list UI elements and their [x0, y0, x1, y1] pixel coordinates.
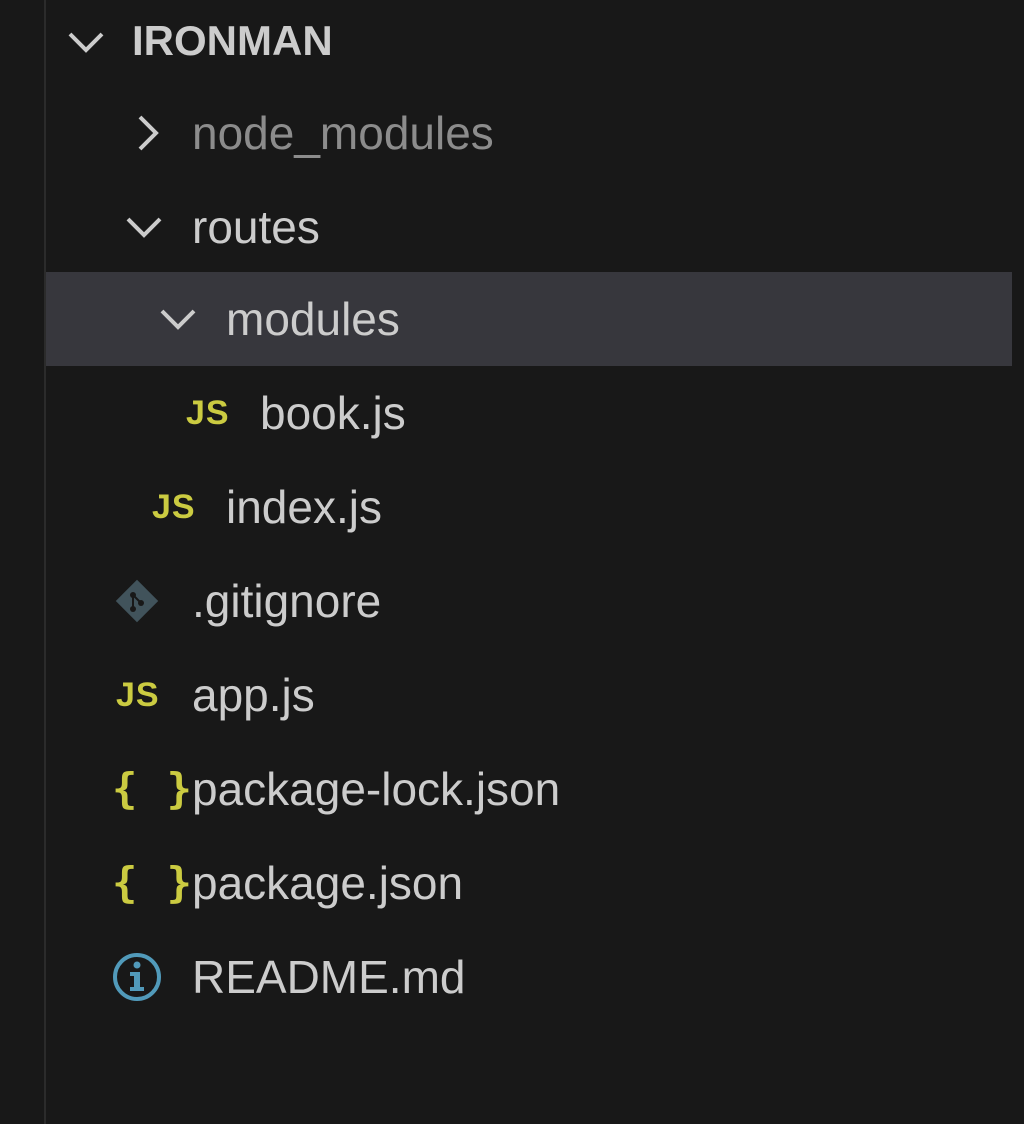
tree-item-readme-md[interactable]: README.md — [46, 930, 1012, 1024]
chevron-down-icon — [66, 22, 106, 62]
tree-item-label: .gitignore — [192, 575, 382, 627]
chevron-down-icon — [158, 299, 198, 339]
json-icon: { } — [112, 764, 194, 813]
tree-item-app-js[interactable]: JS app.js — [46, 648, 1012, 742]
chevron-down-icon — [124, 207, 164, 247]
tree-item-label: package-lock.json — [192, 763, 561, 815]
chevron-right-icon — [128, 113, 168, 153]
js-icon: JS — [116, 676, 160, 714]
tree-item-label: modules — [226, 293, 400, 345]
json-icon: { } — [112, 858, 194, 907]
explorer-root-label: IRONMAN — [132, 17, 333, 64]
explorer-root-ironman[interactable]: IRONMAN — [46, 0, 1012, 88]
tree-item-label: book.js — [260, 387, 406, 439]
tree-item-package-json[interactable]: { } package.json — [46, 836, 1012, 930]
tree-item-label: README.md — [192, 951, 466, 1003]
tree-item-label: app.js — [192, 669, 315, 721]
git-icon — [112, 554, 162, 648]
tree-item-label: routes — [192, 201, 320, 253]
file-explorer: IRONMAN node_modules routes modules JS b… — [0, 0, 1024, 1124]
tree-item-index-js[interactable]: JS index.js — [46, 460, 1012, 554]
tree-item-node-modules[interactable]: node_modules — [46, 86, 1012, 180]
js-icon: JS — [186, 394, 230, 432]
info-icon — [110, 930, 164, 1024]
tree-item-label: node_modules — [192, 107, 494, 159]
tree-item-modules[interactable]: modules — [46, 272, 1012, 366]
tree-item-package-lock-json[interactable]: { } package-lock.json — [46, 742, 1012, 836]
tree-item-label: package.json — [192, 857, 464, 909]
tree-item-gitignore[interactable]: .gitignore — [46, 554, 1012, 648]
tree-item-book-js[interactable]: JS book.js — [46, 366, 1012, 460]
tree-item-label: index.js — [226, 481, 382, 533]
js-icon: JS — [152, 488, 196, 526]
tree-item-routes[interactable]: routes — [46, 180, 1012, 274]
